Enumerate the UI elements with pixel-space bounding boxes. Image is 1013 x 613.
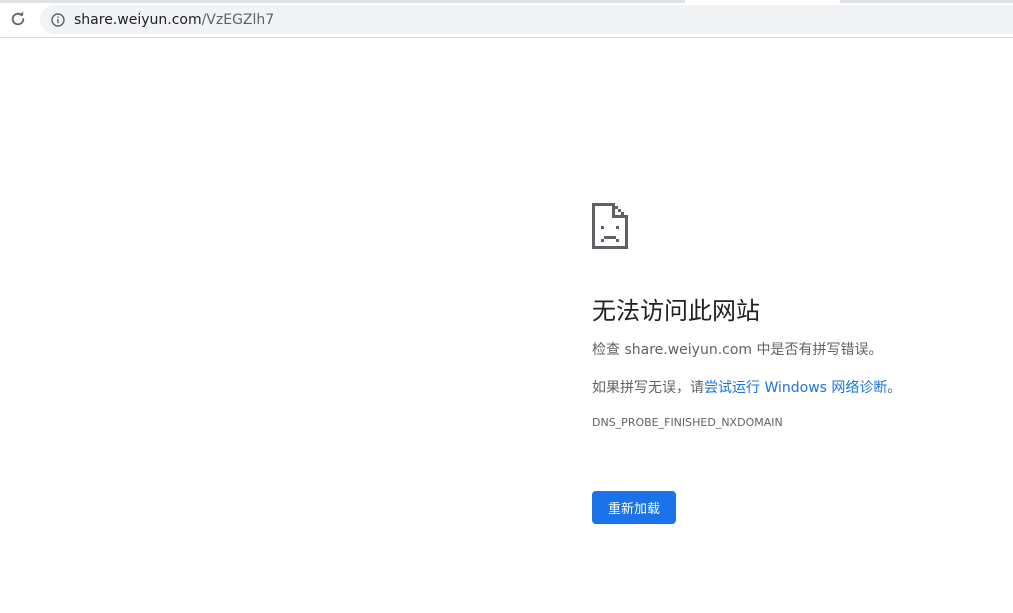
reload-page-button[interactable]: 重新加载 <box>592 491 676 524</box>
hint-suffix: 。 <box>887 380 902 396</box>
url-host: share.weiyun.com <box>74 11 202 28</box>
url-path: /VzEGZlh7 <box>201 11 275 28</box>
url-text[interactable]: share.weiyun.com/VzEGZlh7 <box>74 12 274 28</box>
reload-icon <box>11 11 25 26</box>
browser-toolbar: share.weiyun.com/VzEGZlh7 <box>0 0 1013 38</box>
tab-strip-edge <box>0 0 685 3</box>
error-content: 无法访问此网站 检查 share.weiyun.com 中是否有拼写错误。 如果… <box>592 203 1002 431</box>
error-title: 无法访问此网站 <box>592 297 760 325</box>
network-diagnostics-link[interactable]: 尝试运行 Windows 网络诊断 <box>704 380 887 396</box>
diagnostics-hint: 如果拼写无误，请尝试运行 Windows 网络诊断。 <box>592 377 1002 399</box>
reload-button[interactable] <box>6 7 30 31</box>
hint-prefix: 如果拼写无误，请 <box>592 380 704 396</box>
tab-strip-edge-right <box>840 0 1013 3</box>
address-bar[interactable]: share.weiyun.com/VzEGZlh7 <box>40 5 1013 34</box>
spelling-check-message: 检查 share.weiyun.com 中是否有拼写错误。 <box>592 342 883 358</box>
error-code: DNS_PROBE_FINISHED_NXDOMAIN <box>592 416 783 429</box>
info-icon[interactable] <box>50 12 66 28</box>
sad-page-icon <box>592 203 628 249</box>
